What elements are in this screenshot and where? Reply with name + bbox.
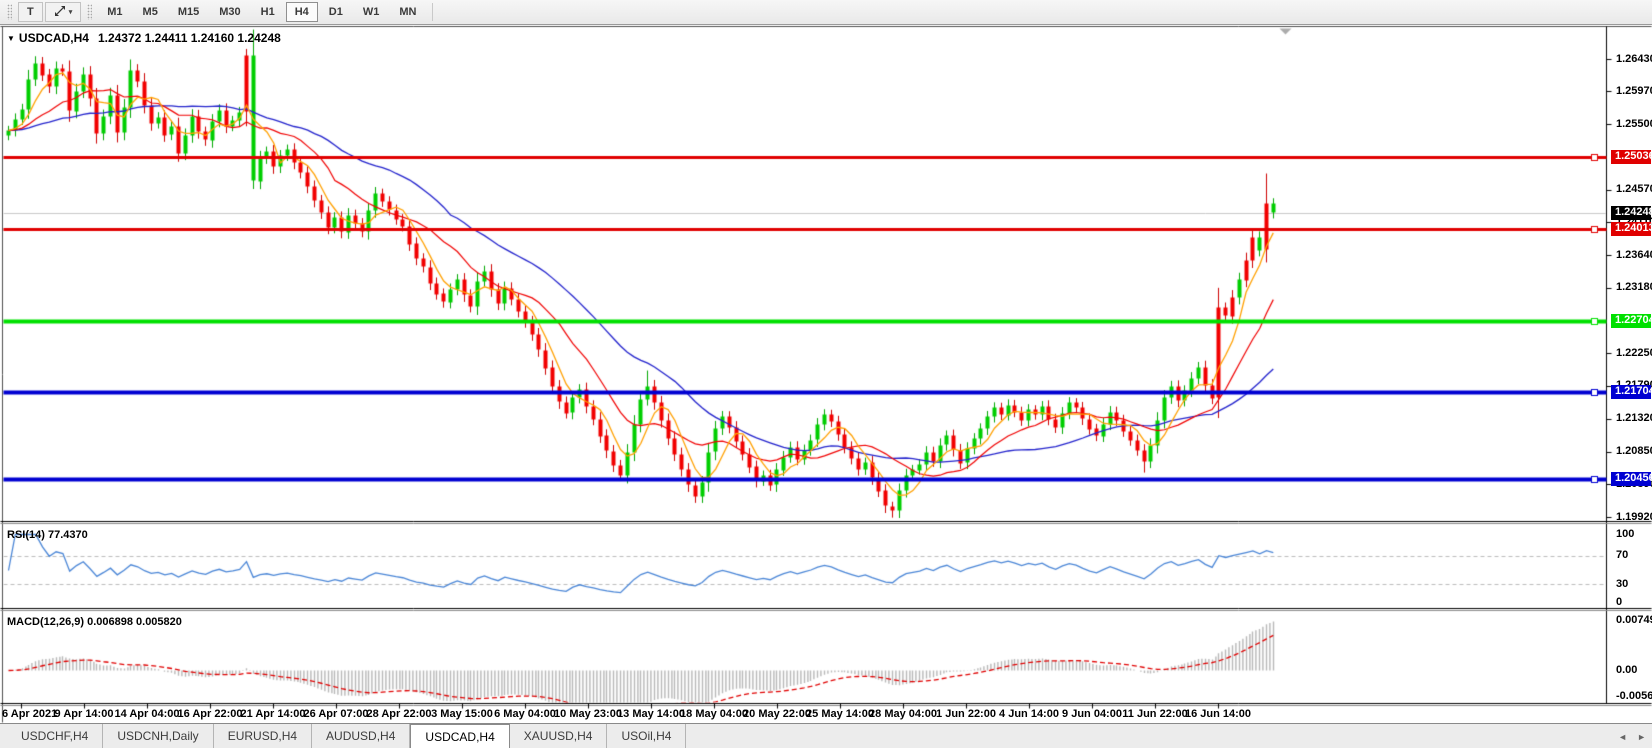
rsi-tick-label: 30 xyxy=(1616,578,1628,591)
time-axis-label: 21 Apr 14:00 xyxy=(240,708,305,720)
price-tick-label: 1.25970 xyxy=(1616,85,1652,98)
chart-dropdown-icon[interactable]: ▼ xyxy=(7,34,15,43)
hline-price-label: 1.24013 xyxy=(1611,222,1651,236)
mt4-terminal: T ▾ M1M5M15M30H1H4D1W1MN ▼ USDCAD,H4 1.243… xyxy=(0,0,1652,748)
time-axis-label: 6 May 04:00 xyxy=(494,708,556,720)
text-tool-button[interactable]: T xyxy=(18,2,43,22)
price-axis: 1.264301.259701.255001.245701.241101.236… xyxy=(1608,0,1652,705)
chart-tab-usdchf-h4[interactable]: USDCHF,H4 xyxy=(7,724,103,748)
macd-indicator-label: MACD(12,26,9) 0.006898 0.005820 xyxy=(7,616,182,628)
chart-ohlc-values: 1.24372 1.24411 1.24160 1.24248 xyxy=(98,31,281,45)
macd-tick-label: 0.007495 xyxy=(1616,614,1652,627)
chart-title: ▼ USDCAD,H4 1.24372 1.24411 1.24160 1.2424… xyxy=(7,31,281,45)
arrows-tool-icon xyxy=(54,5,66,20)
rsi-tick-label: 100 xyxy=(1616,528,1634,541)
price-tick-label: 1.24570 xyxy=(1616,183,1652,196)
time-axis-label: 3 May 15:00 xyxy=(431,708,493,720)
price-tick-label: 1.21320 xyxy=(1616,412,1652,425)
price-tick-label: 1.23640 xyxy=(1616,249,1652,262)
hline-price-label: 1.21704 xyxy=(1611,385,1651,399)
time-axis-label: 25 May 14:00 xyxy=(806,708,874,720)
price-tick-label: 1.23180 xyxy=(1616,281,1652,294)
timeframe-button-m5[interactable]: M5 xyxy=(134,2,167,22)
chart-tab-usoil-h4[interactable]: USOil,H4 xyxy=(607,724,686,748)
toolbar-grip[interactable] xyxy=(87,4,92,20)
time-axis-label: 28 Apr 22:00 xyxy=(366,708,431,720)
current-price-label: 1.24248 xyxy=(1611,206,1651,220)
time-axis-label: 6 Apr 2021 xyxy=(2,708,57,720)
arrows-tool-button[interactable]: ▾ xyxy=(45,2,82,22)
timeframe-button-m15[interactable]: M15 xyxy=(169,2,208,22)
time-axis-label: 13 May 14:00 xyxy=(617,708,685,720)
timeframe-toolbar: M1M5M15M30H1H4D1W1MN xyxy=(97,2,426,22)
macd-tick-label: -0.005643 xyxy=(1616,690,1652,703)
chart-tab-usdcad-h4[interactable]: USDCAD,H4 xyxy=(410,724,509,748)
timeframe-button-h1[interactable]: H1 xyxy=(252,2,284,22)
time-axis: 6 Apr 20219 Apr 14:0014 Apr 04:0016 Apr … xyxy=(0,708,1608,724)
hline-price-label: 1.20456 xyxy=(1611,472,1651,486)
hline-price-label: 1.25036 xyxy=(1611,150,1651,164)
price-tick-label: 1.22250 xyxy=(1616,347,1652,360)
top-toolbar: T ▾ M1M5M15M30H1H4D1W1MN xyxy=(0,0,1652,25)
timeframe-button-h4[interactable]: H4 xyxy=(286,2,318,22)
timeframe-button-m1[interactable]: M1 xyxy=(98,2,131,22)
time-axis-label: 10 May 23:00 xyxy=(554,708,622,720)
toolbar-grip[interactable] xyxy=(7,4,12,20)
chart-symbol-label: USDCAD,H4 xyxy=(19,31,89,45)
macd-tick-label: 0.00 xyxy=(1616,664,1637,677)
chart-canvas[interactable] xyxy=(0,0,1652,748)
timeframe-button-w1[interactable]: W1 xyxy=(354,2,389,22)
timeframe-button-d1[interactable]: D1 xyxy=(320,2,352,22)
time-axis-label: 11 Jun 22:00 xyxy=(1122,708,1187,720)
time-axis-label: 9 Apr 14:00 xyxy=(55,708,114,720)
rsi-indicator-label: RSI(14) 77.4370 xyxy=(7,529,88,541)
chart-tab-usdcnh-daily[interactable]: USDCNH,Daily xyxy=(103,724,213,748)
time-axis-label: 20 May 22:00 xyxy=(743,708,811,720)
chart-tab-bar: USDCHF,H4USDCNH,DailyEURUSD,H4AUDUSD,H4U… xyxy=(0,723,1652,748)
timeframe-button-mn[interactable]: MN xyxy=(390,2,425,22)
time-axis-label: 16 Jun 14:00 xyxy=(1185,708,1251,720)
time-axis-label: 4 Jun 14:00 xyxy=(999,708,1059,720)
rsi-tick-label: 70 xyxy=(1616,549,1628,562)
time-axis-label: 26 Apr 07:00 xyxy=(303,708,368,720)
time-axis-label: 9 Jun 04:00 xyxy=(1062,708,1122,720)
time-axis-label: 14 Apr 04:00 xyxy=(114,708,179,720)
chart-tab-xauusd-h4[interactable]: XAUUSD,H4 xyxy=(510,724,608,748)
time-axis-label: 18 May 04:00 xyxy=(680,708,748,720)
chart-tabs: USDCHF,H4USDCNH,DailyEURUSD,H4AUDUSD,H4U… xyxy=(7,724,686,748)
price-tick-label: 1.20850 xyxy=(1616,445,1652,458)
hline-price-label: 1.22704 xyxy=(1611,314,1651,328)
time-axis-label: 16 Apr 22:00 xyxy=(177,708,242,720)
price-tick-label: 1.26430 xyxy=(1616,53,1652,66)
price-tick-label: 1.19920 xyxy=(1616,511,1652,524)
price-tick-label: 1.25500 xyxy=(1616,118,1652,131)
timeframe-button-m30[interactable]: M30 xyxy=(210,2,249,22)
tabs-scroll-right-icon[interactable]: ► xyxy=(1637,732,1646,742)
time-axis-label: 1 Jun 22:00 xyxy=(936,708,996,720)
time-axis-label: 28 May 04:00 xyxy=(869,708,937,720)
chevron-down-icon: ▾ xyxy=(69,8,73,16)
chart-tab-eurusd-h4[interactable]: EURUSD,H4 xyxy=(214,724,312,748)
rsi-tick-label: 0 xyxy=(1616,596,1622,609)
tabs-scroll-left-icon[interactable]: ◄ xyxy=(1618,732,1627,742)
chart-tab-audusd-h4[interactable]: AUDUSD,H4 xyxy=(312,724,410,748)
toolbar-separator xyxy=(432,3,433,21)
